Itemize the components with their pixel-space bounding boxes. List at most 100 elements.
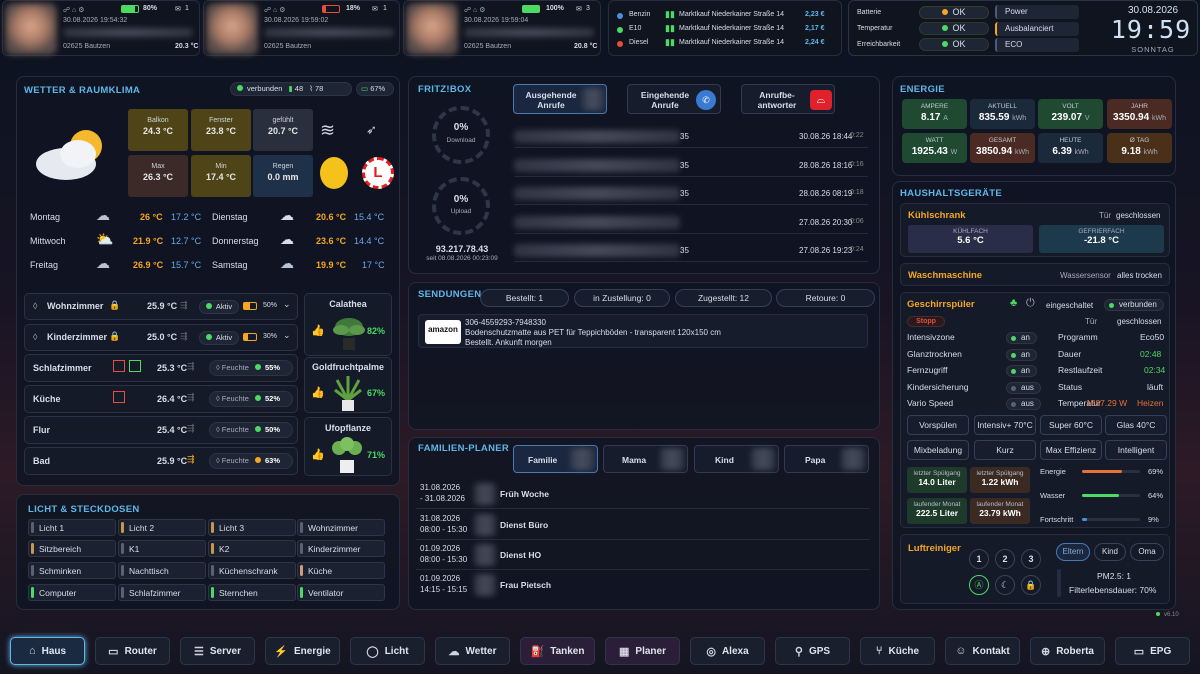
phone-card-1: ☍ ⌂ ⚙ 80% ✉ 1 30.08.2026 19:54:32 02625 … — [2, 0, 200, 56]
planner-entry[interactable]: 31.08.2026 08:00 - 15:30 Dienst Büro — [416, 511, 870, 540]
mode-eco[interactable]: ECO — [995, 38, 1079, 52]
room-row-bad[interactable]: Bad 25.9 °C ⇶ ◊ Feuchte 63% — [24, 447, 298, 475]
battery-icon — [243, 302, 257, 310]
station-icon: ▮▮ — [665, 37, 675, 47]
call-row[interactable]: 35 30.08.26 18:44 0:22 — [514, 126, 868, 148]
mail-icon: ✉ — [175, 6, 181, 13]
room-row-wohnzimmer[interactable]: ◊ Wohnzimmer 🔒 25.9 °C ⇶ Aktiv 50% ⌄ — [24, 293, 298, 320]
program-button[interactable]: Max Effizienz — [1040, 440, 1102, 460]
chevron-down-icon[interactable]: ⌄ — [283, 299, 291, 310]
planner-entry[interactable]: 31.08.2026- 31.08.2026 Früh Woche — [416, 480, 870, 509]
planner-entry[interactable]: 01.09.2026 14:15 - 15:15 Frau Pietsch — [416, 571, 870, 600]
chevron-down-icon[interactable]: ⌄ — [283, 330, 291, 341]
tab-kind[interactable]: Kind — [694, 445, 779, 473]
light-toggle-licht-3[interactable]: Licht 3 — [208, 519, 296, 536]
light-toggle-schminken[interactable]: Schminken — [28, 562, 116, 579]
speed-3-button[interactable]: 3 — [1021, 549, 1041, 569]
program-button[interactable]: Vorspülen — [907, 415, 969, 435]
nav-kontakt[interactable]: ☺ Kontakt — [945, 637, 1020, 665]
speed-2-button[interactable]: 2 — [995, 549, 1015, 569]
light-toggle-sternchen[interactable]: Sternchen — [208, 584, 296, 601]
thumbs-up-icon: 👍 — [311, 449, 325, 461]
tab-delivered[interactable]: Zugestellt: 12 — [675, 289, 772, 307]
robot-icon: ⊕ — [1040, 645, 1051, 658]
light-toggle-licht-1[interactable]: Licht 1 — [28, 519, 116, 536]
light-toggle-schlafzimmer[interactable]: Schlafzimmer — [118, 584, 206, 601]
mode-eltern[interactable]: Eltern — [1056, 543, 1090, 561]
room-row-schlafzimmer[interactable]: Schlafzimmer 25.3 °C ⇶ ◊ Feuchte 55% — [24, 354, 298, 382]
light-toggle-licht-2[interactable]: Licht 2 — [118, 519, 206, 536]
speed-1-button[interactable]: 1 — [969, 549, 989, 569]
delivery-item[interactable]: amazon 306-4559293-7948330 Bodenschutzma… — [418, 314, 868, 348]
light-toggle-ventilator[interactable]: Ventilator — [297, 584, 385, 601]
light-toggle-k2[interactable]: K2 — [208, 540, 296, 557]
setting-toggle[interactable]: an — [1006, 348, 1037, 361]
nav-licht[interactable]: ◯ Licht — [350, 637, 425, 665]
tab-ordered[interactable]: Bestellt: 1 — [480, 289, 569, 307]
light-toggle-sitzbereich[interactable]: Sitzbereich — [28, 540, 116, 557]
forecast-min: 17.2 °C — [171, 212, 202, 222]
tab-familie[interactable]: Familie — [513, 445, 598, 473]
light-toggle-kinderzimmer[interactable]: Kinderzimmer — [297, 540, 385, 557]
router-icon: ▭ — [108, 645, 119, 658]
nav-router[interactable]: ▭ Router — [95, 637, 170, 665]
tab-mama[interactable]: Mama — [603, 445, 688, 473]
mode-balanced[interactable]: Ausbalanciert — [995, 22, 1079, 36]
auto-mode-icon[interactable]: Ⓐ — [969, 575, 989, 595]
fridge-door-label: Tür — [1099, 211, 1111, 220]
night-mode-icon[interactable]: ☾ — [995, 575, 1015, 595]
tab-in-delivery[interactable]: in Zustellung: 0 — [574, 289, 670, 307]
program-button[interactable]: Glas 40°C — [1105, 415, 1167, 435]
nav-energie[interactable]: ⚡ Energie — [265, 637, 340, 665]
energy-cell: GESAMT 3850.94 kWh — [970, 133, 1035, 163]
call-row[interactable]: 35 28.08.26 18:16 0:16 — [514, 155, 868, 177]
mail-count: 1 — [185, 5, 189, 12]
nav-roberta[interactable]: ⊕ Roberta — [1030, 637, 1105, 665]
setting-label: Vario Speed — [907, 398, 954, 408]
program-button[interactable]: Intelligent — [1105, 440, 1167, 460]
stop-button[interactable]: Stopp — [907, 316, 945, 327]
room-row-kinderzimmer[interactable]: ◊ Kinderzimmer 🔒 25.0 °C ⇶ Aktiv 30% ⌄ — [24, 324, 298, 351]
room-row-flur[interactable]: Flur 25.4 °C ⇶ ◊ Feuchte 50% — [24, 416, 298, 444]
light-toggle-k-che[interactable]: Küche — [297, 562, 385, 579]
lock-icon[interactable]: 🔒 — [1021, 575, 1041, 595]
tab-answering-machine[interactable]: Anrufbe-antworter ⌓ — [741, 84, 835, 114]
mode-oma[interactable]: Oma — [1130, 543, 1164, 561]
tab-incoming-calls[interactable]: Eingehende Anrufe ✆ — [627, 84, 721, 114]
nav-gps[interactable]: ⚲ GPS — [775, 637, 850, 665]
setting-toggle[interactable]: aus — [1006, 398, 1041, 410]
tab-returns[interactable]: Retoure: 0 — [776, 289, 875, 307]
nav-server[interactable]: ☰ Server — [180, 637, 255, 665]
program-button[interactable]: Mixbeladung — [907, 440, 969, 460]
call-row[interactable]: 35 28.08.26 08:19 0:18 — [514, 183, 868, 205]
nav-alexa[interactable]: ◎ Alexa — [690, 637, 765, 665]
light-toggle-k1[interactable]: K1 — [118, 540, 206, 557]
call-row[interactable]: 35 27.08.26 19:23 0:24 — [514, 240, 868, 262]
call-row[interactable]: 27.08.26 20:30 0:06 — [514, 212, 868, 234]
nav-k-che[interactable]: ⑂ Küche — [860, 637, 935, 665]
light-toggle-k-chenschrank[interactable]: Küchenschrank — [208, 562, 296, 579]
program-button[interactable]: Super 60°C — [1040, 415, 1102, 435]
light-toggle-computer[interactable]: Computer — [28, 584, 116, 601]
setting-toggle[interactable]: an — [1006, 332, 1037, 344]
mode-power[interactable]: Power — [995, 5, 1079, 19]
fuel-prices[interactable]: Benzin ▮▮ Marktkauf Niederkainer Straße … — [608, 0, 842, 56]
nav-epg[interactable]: ▭ EPG — [1115, 637, 1190, 665]
program-button[interactable]: Intensiv+ 70°C — [974, 415, 1036, 435]
order-desc: Bodenschutzmatte aus PET für Teppichböde… — [465, 328, 721, 337]
window-icon — [129, 360, 141, 372]
tab-papa[interactable]: Papa — [784, 445, 869, 473]
mode-kind[interactable]: Kind — [1094, 543, 1126, 561]
nav-planer[interactable]: ▦ Planer — [605, 637, 680, 665]
nav-haus[interactable]: ⌂ Haus — [10, 637, 85, 665]
setting-toggle[interactable]: aus — [1006, 381, 1041, 394]
setting-toggle[interactable]: an — [1006, 365, 1037, 377]
nav-tanken[interactable]: ⛽ Tanken — [520, 637, 595, 665]
program-button[interactable]: Kurz — [974, 440, 1036, 460]
room-row-kueche[interactable]: Küche 26.4 °C ⇶ ◊ Feuchte 52% — [24, 385, 298, 413]
light-toggle-nachttisch[interactable]: Nachttisch — [118, 562, 206, 579]
nav-wetter[interactable]: ☁ Wetter — [435, 637, 510, 665]
light-toggle-wohnzimmer[interactable]: Wohnzimmer — [297, 519, 385, 536]
planner-entry[interactable]: 01.09.2026 08:00 - 15:30 Dienst HO — [416, 541, 870, 570]
tab-outgoing-calls[interactable]: Ausgehende Anrufe — [513, 84, 607, 114]
